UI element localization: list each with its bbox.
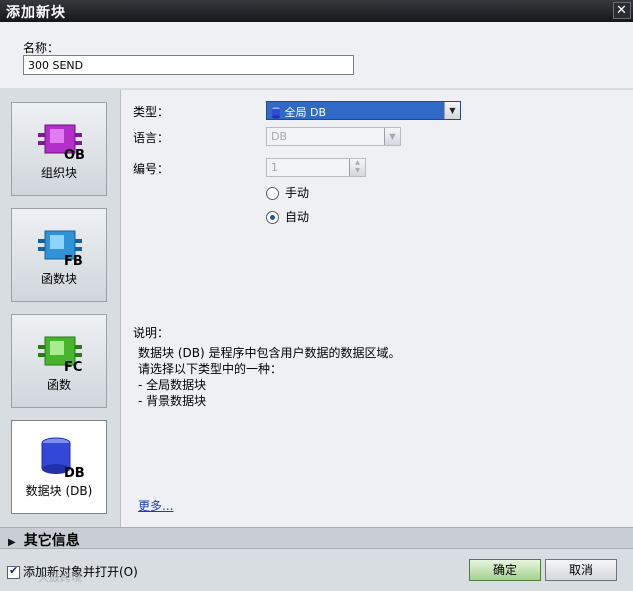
name-label: 名称： [23,41,60,55]
expand-triangle-icon[interactable]: ▶ [8,537,16,548]
language-label: 语言： [133,131,170,145]
radio-auto-circle[interactable] [266,211,279,224]
description-heading: 说明： [133,326,170,340]
ob-tag: OB [64,148,85,161]
radio-manual-circle[interactable] [266,187,279,200]
number-label: 编号： [133,162,170,176]
ok-button[interactable]: 确定 [469,559,541,581]
chevron-down-icon[interactable]: ▼ [444,102,460,119]
number-stepper[interactable]: 1 ▲ ▼ [266,158,366,177]
radio-manual-label: 手动 [285,186,310,200]
description-line: - 背景数据块 [138,394,207,408]
block-label-fb: 函数块 [40,272,77,286]
number-value: 1 [271,161,278,174]
radio-manual[interactable]: 手动 [266,184,309,201]
block-tile-ob[interactable]: OB 组织块 [11,102,107,196]
watermark: 大鼓跨境 [38,571,82,584]
description-line: 请选择以下类型中的一种： [138,362,283,376]
db-tag: DB [64,466,85,479]
block-tile-fb[interactable]: FB 函数块 [11,208,107,302]
radio-auto-label: 自动 [285,210,310,224]
type-select[interactable]: 全局 DB ▼ [266,101,461,120]
description-line: 数据块 (DB) 是程序中包含用户数据的数据区域。 [138,346,401,360]
block-tile-fc[interactable]: FC 函数 [11,314,107,408]
block-tile-db[interactable]: DB 数据块 (DB) [11,420,107,514]
dialog-title-bar: 添加新块 ✕ [0,0,633,22]
block-settings-panel: 类型： 全局 DB ▼ 语言： DB ▼ 编号： 1 ▲ ▼ 手动 自动 说明： … [120,90,633,527]
more-link[interactable]: 更多... [138,497,173,514]
fc-tag: FC [64,360,82,373]
function-block-icon: FB [38,230,83,267]
description-line: - 全局数据块 [138,378,207,392]
function-icon: FC [38,336,82,373]
type-label: 类型： [133,105,170,119]
dialog-title: 添加新块 [6,5,66,21]
database-icon [272,107,280,119]
close-button[interactable]: ✕ [613,2,631,19]
dialog-footer: 添加新对象并打开(O) 大鼓跨境 确定 取消 [0,549,633,591]
other-info-label: 其它信息 [23,533,80,549]
block-label-ob: 组织块 [40,166,77,180]
organization-block-icon: OB [38,124,85,161]
description: 说明： 数据块 (DB) 是程序中包含用户数据的数据区域。 请选择以下类型中的一… [133,325,400,409]
data-block-icon: DB [41,437,85,479]
type-value: 全局 DB [284,106,327,119]
close-icon: ✕ [616,3,628,18]
block-label-db: 数据块 (DB) [25,484,93,498]
block-type-palette: OB 组织块 FB 函数块 FC 函数 DB 数据块 (DB) [0,90,120,527]
chevron-down-icon[interactable]: ▼ [384,128,400,145]
name-area: 名称： [0,22,633,88]
spin-arrows-icon[interactable]: ▲ ▼ [349,159,365,176]
block-label-fc: 函数 [46,378,71,392]
language-select[interactable]: DB ▼ [266,127,401,146]
other-info-toggle[interactable]: ▶ 其它信息 [0,527,633,549]
radio-auto[interactable]: 自动 [266,208,309,225]
name-input[interactable] [23,55,354,75]
language-value: DB [271,130,288,143]
checkbox-checked-icon[interactable] [7,564,20,579]
cancel-button[interactable]: 取消 [545,559,617,581]
fb-tag: FB [64,254,83,267]
